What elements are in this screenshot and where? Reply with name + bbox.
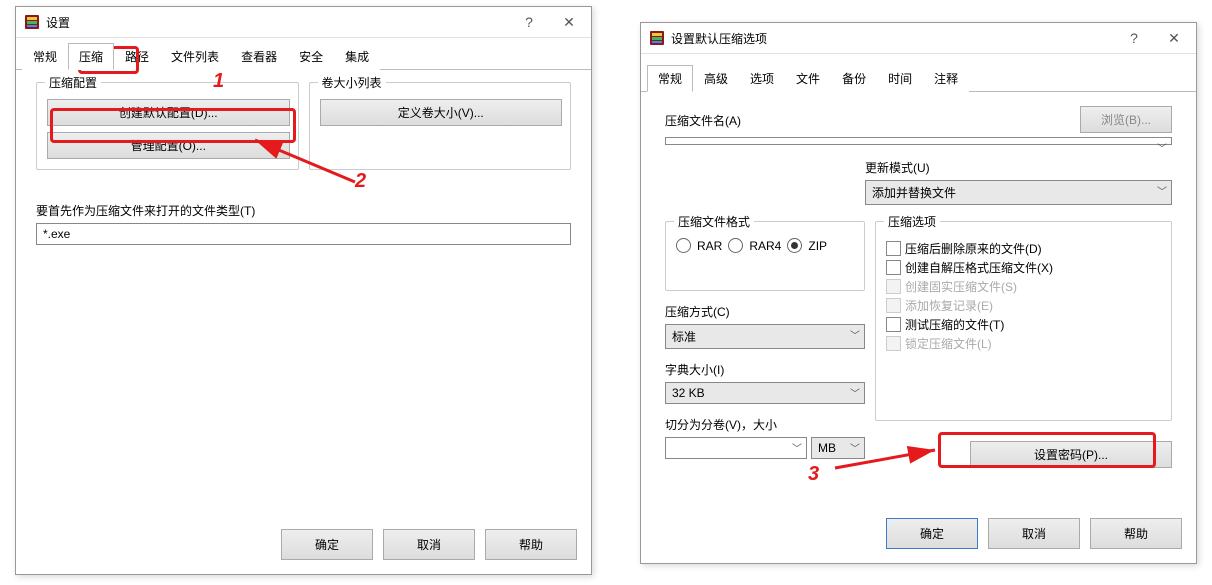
tab-general[interactable]: 常规	[22, 43, 68, 70]
close-button[interactable]: ✕	[549, 8, 589, 36]
tab-path[interactable]: 路径	[114, 43, 160, 70]
checkbox-lock	[886, 336, 901, 351]
titlebar: 设置 ? ✕	[16, 7, 591, 38]
tab-time[interactable]: 时间	[877, 65, 923, 92]
tab-files[interactable]: 文件	[785, 65, 831, 92]
radio-rar[interactable]	[676, 238, 691, 253]
define-volume-size-button[interactable]: 定义卷大小(V)...	[320, 99, 563, 126]
tab-general[interactable]: 常规	[647, 65, 693, 92]
radio-rar4[interactable]	[728, 238, 743, 253]
checkbox-test[interactable]	[886, 317, 901, 332]
method-select[interactable]: 标准	[665, 324, 865, 349]
dialog-title: 设置默认压缩选项	[671, 30, 1114, 47]
tab-viewer[interactable]: 查看器	[230, 43, 288, 70]
help-button[interactable]: ?	[509, 8, 549, 36]
cancel-button[interactable]: 取消	[988, 518, 1080, 549]
set-password-button[interactable]: 设置密码(P)...	[970, 441, 1172, 468]
help-button[interactable]: 帮助	[1090, 518, 1182, 549]
groupbox-title: 压缩配置	[45, 74, 101, 91]
dict-label: 字典大小(I)	[665, 361, 865, 378]
checkbox-create-sfx[interactable]	[886, 260, 901, 275]
help-button[interactable]: ?	[1114, 24, 1154, 52]
update-mode-label: 更新模式(U)	[865, 159, 1172, 176]
dialog-content: 压缩文件名(A) 浏览(B)... 更新模式(U) 添加并替换文件 压缩文件格式…	[641, 92, 1196, 476]
app-icon	[649, 30, 665, 46]
close-button[interactable]: ✕	[1154, 24, 1194, 52]
dict-select[interactable]: 32 KB	[665, 382, 865, 404]
split-label: 切分为分卷(V)，大小	[665, 416, 865, 433]
manage-config-button[interactable]: 管理配置(O)...	[47, 132, 290, 159]
create-default-config-button[interactable]: 创建默认配置(D)...	[47, 99, 290, 126]
radio-zip[interactable]	[787, 238, 802, 253]
titlebar: 设置默认压缩选项 ? ✕	[641, 23, 1196, 54]
checkbox-create-solid	[886, 279, 901, 294]
dialog-content: 压缩配置 创建默认配置(D)... 管理配置(O)... 卷大小列表 定义卷大小…	[16, 70, 591, 257]
groupbox-compress-config: 压缩配置 创建默认配置(D)... 管理配置(O)...	[36, 82, 299, 170]
cancel-button[interactable]: 取消	[383, 529, 475, 560]
browse-button[interactable]: 浏览(B)...	[1080, 106, 1172, 133]
tab-advanced[interactable]: 高级	[693, 65, 739, 92]
checkbox-add-recovery	[886, 298, 901, 313]
checkbox-delete-after[interactable]	[886, 241, 901, 256]
groupbox-title: 压缩选项	[884, 213, 940, 230]
ok-button[interactable]: 确定	[886, 518, 978, 549]
open-as-archive-label: 要首先作为压缩文件来打开的文件类型(T)	[36, 202, 571, 219]
groupbox-volume-list: 卷大小列表 定义卷大小(V)...	[309, 82, 572, 170]
tab-filelist[interactable]: 文件列表	[160, 43, 230, 70]
help-button[interactable]: 帮助	[485, 529, 577, 560]
dialog-title: 设置	[46, 14, 509, 31]
groupbox-format: 压缩文件格式 RAR RAR4 ZIP	[665, 221, 865, 291]
tab-compression[interactable]: 压缩	[68, 43, 114, 70]
method-label: 压缩方式(C)	[665, 303, 865, 320]
split-unit-select[interactable]: MB	[811, 437, 865, 459]
groupbox-options: 压缩选项 压缩后删除原来的文件(D) 创建自解压格式压缩文件(X) 创建固实压缩…	[875, 221, 1172, 421]
tab-integration[interactable]: 集成	[334, 43, 380, 70]
tabs-bar: 常规 压缩 路径 文件列表 查看器 安全 集成	[16, 38, 591, 70]
ok-button[interactable]: 确定	[281, 529, 373, 560]
update-mode-select[interactable]: 添加并替换文件	[865, 180, 1172, 205]
split-size-select[interactable]	[665, 437, 807, 459]
tab-options[interactable]: 选项	[739, 65, 785, 92]
open-as-archive-input[interactable]	[36, 223, 571, 245]
archive-name-label: 压缩文件名(A)	[665, 112, 1070, 129]
tab-backup[interactable]: 备份	[831, 65, 877, 92]
archive-name-select[interactable]	[665, 137, 1172, 145]
tab-security[interactable]: 安全	[288, 43, 334, 70]
tabs-bar: 常规 高级 选项 文件 备份 时间 注释	[641, 54, 1196, 92]
groupbox-title: 卷大小列表	[318, 74, 386, 91]
default-compress-options-dialog: 设置默认压缩选项 ? ✕ 常规 高级 选项 文件 备份 时间 注释 压缩文件名(…	[640, 22, 1197, 564]
tab-comment[interactable]: 注释	[923, 65, 969, 92]
app-icon	[24, 14, 40, 30]
groupbox-title: 压缩文件格式	[674, 213, 754, 230]
settings-dialog: 设置 ? ✕ 常规 压缩 路径 文件列表 查看器 安全 集成 压缩配置 创建默认…	[15, 6, 592, 575]
